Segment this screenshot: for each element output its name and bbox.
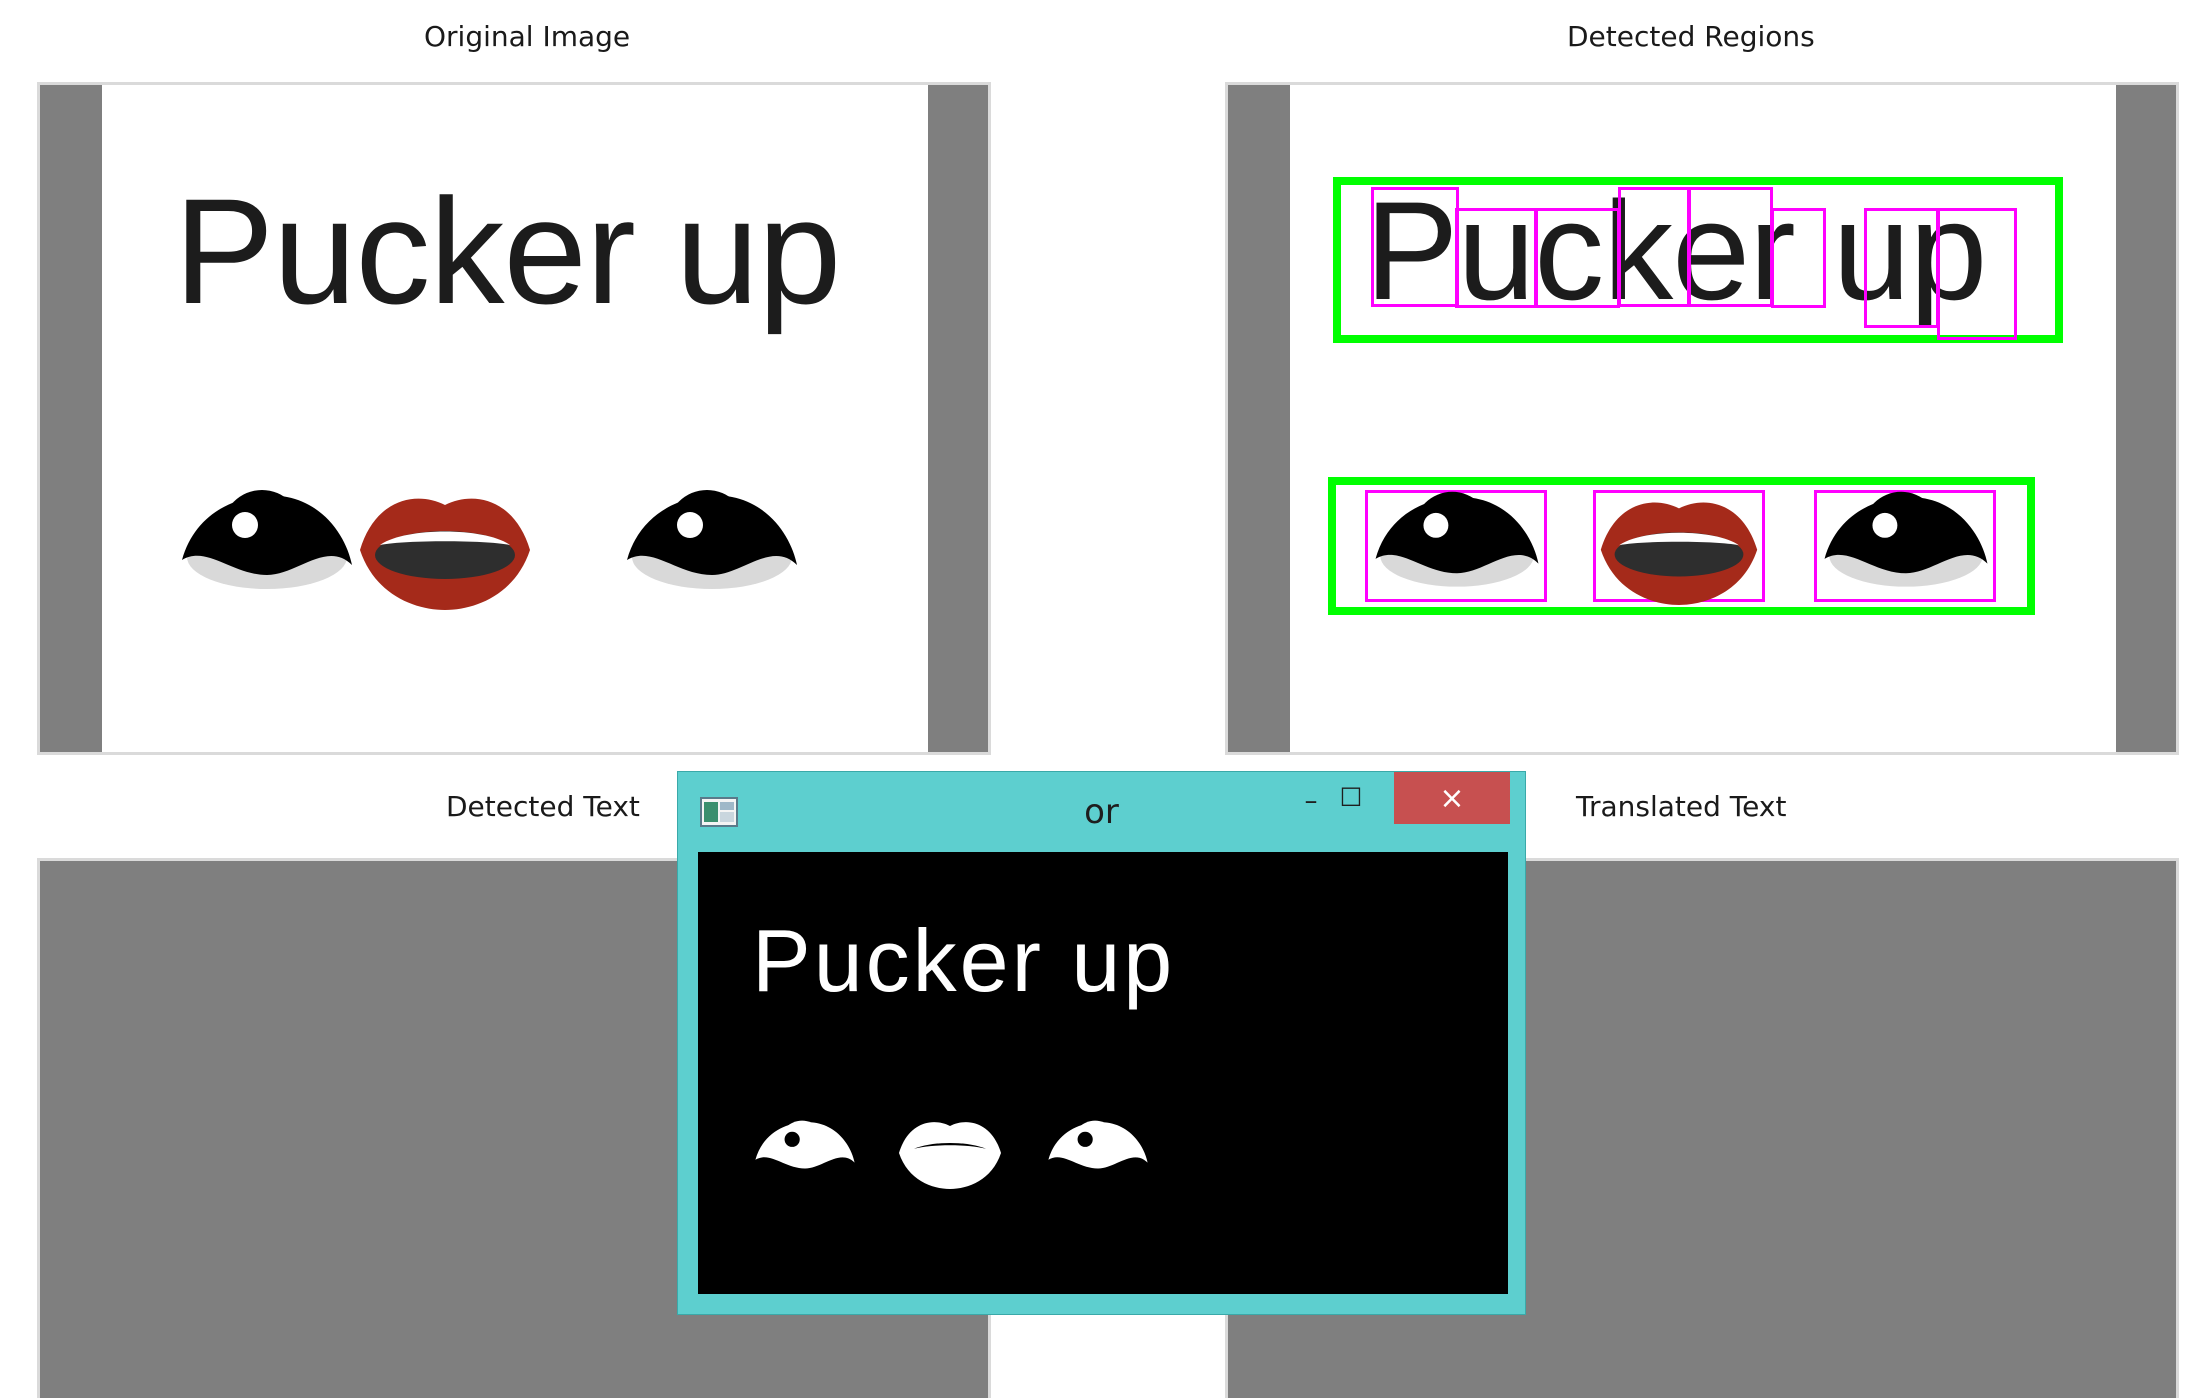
detected-regions-panel: Pucker up — [1225, 82, 2179, 755]
eye-icon — [1824, 491, 1988, 587]
eye-icon — [627, 490, 797, 589]
mouth-icon — [899, 1122, 1001, 1189]
char-box — [1937, 208, 2017, 340]
detected-regions-canvas: Pucker up — [1290, 85, 2116, 752]
panel-title-translated-text: Translated Text — [1576, 790, 1787, 823]
char-box — [1455, 208, 1537, 308]
char-box — [1371, 187, 1459, 307]
close-button[interactable]: × — [1394, 772, 1510, 824]
eye-icon — [755, 1120, 855, 1169]
eye-icon — [1375, 491, 1539, 587]
minimize-icon: – — [1304, 786, 1318, 816]
eye-icon — [1048, 1120, 1148, 1169]
char-box — [1535, 208, 1620, 308]
panel-title-detected-text: Detected Text — [446, 790, 640, 823]
original-headline: Pucker up — [174, 167, 841, 335]
mouth-icon — [360, 498, 530, 610]
eye-icon — [182, 490, 352, 589]
original-image-panel: Pucker up — [37, 82, 991, 755]
mouth-icon — [1600, 502, 1758, 605]
binarized-window[interactable]: or – □ × Pucker up — [677, 771, 1526, 1315]
maximize-icon: □ — [1339, 781, 1363, 809]
panel-title-original: Original Image — [424, 20, 631, 53]
char-box — [1864, 208, 1939, 328]
char-box — [1618, 187, 1690, 307]
binarized-canvas: Pucker up — [698, 852, 1508, 1294]
char-box — [1688, 187, 1773, 307]
char-box — [1771, 208, 1826, 308]
close-icon: × — [1439, 780, 1465, 816]
panel-title-regions: Detected Regions — [1567, 20, 1815, 53]
original-image-canvas: Pucker up — [102, 85, 928, 752]
maximize-button[interactable]: □ — [1318, 772, 1384, 824]
binarized-headline: Pucker up — [752, 911, 1176, 1010]
